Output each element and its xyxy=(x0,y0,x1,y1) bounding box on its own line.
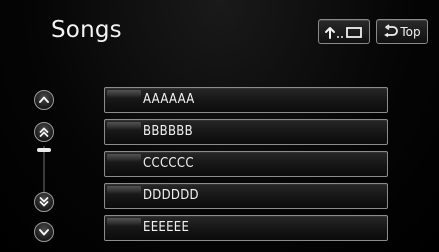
chevron-up-icon xyxy=(39,96,49,103)
row-highlight xyxy=(107,186,141,194)
fast-down-button[interactable] xyxy=(34,192,54,212)
songs-screen: Songs Top AAAAAA BBBBBB CCCCCC DDDDDD EE… xyxy=(0,0,439,252)
double-chevron-up-icon xyxy=(39,127,49,137)
top-button-label: Top xyxy=(400,24,421,39)
song-title: BBBBBB xyxy=(143,124,193,139)
return-arrow-icon xyxy=(384,23,399,37)
song-item[interactable]: CCCCCC xyxy=(104,151,388,177)
song-title: AAAAAA xyxy=(143,92,195,107)
page-up-button[interactable] xyxy=(34,90,54,110)
back-to-list-icon xyxy=(324,24,364,40)
row-highlight xyxy=(107,90,141,98)
row-highlight xyxy=(107,122,141,130)
chevron-down-icon xyxy=(39,229,49,236)
row-highlight xyxy=(107,218,141,226)
song-item[interactable]: AAAAAA xyxy=(104,87,388,113)
song-item[interactable]: DDDDDD xyxy=(104,183,388,209)
song-title: DDDDDD xyxy=(143,188,199,203)
scroll-thumb[interactable] xyxy=(37,148,51,152)
song-title: CCCCCC xyxy=(143,156,194,171)
song-item[interactable]: EEEEEE xyxy=(104,215,388,241)
fast-up-button[interactable] xyxy=(34,122,54,142)
scroll-controls xyxy=(34,88,58,248)
double-chevron-down-icon xyxy=(39,197,49,207)
song-item[interactable]: BBBBBB xyxy=(104,119,388,145)
song-title: EEEEEE xyxy=(143,220,190,235)
page-title: Songs xyxy=(51,17,122,43)
row-highlight xyxy=(107,154,141,162)
top-button[interactable]: Top xyxy=(376,19,428,44)
back-to-list-button[interactable] xyxy=(318,19,370,44)
page-down-button[interactable] xyxy=(34,222,54,242)
